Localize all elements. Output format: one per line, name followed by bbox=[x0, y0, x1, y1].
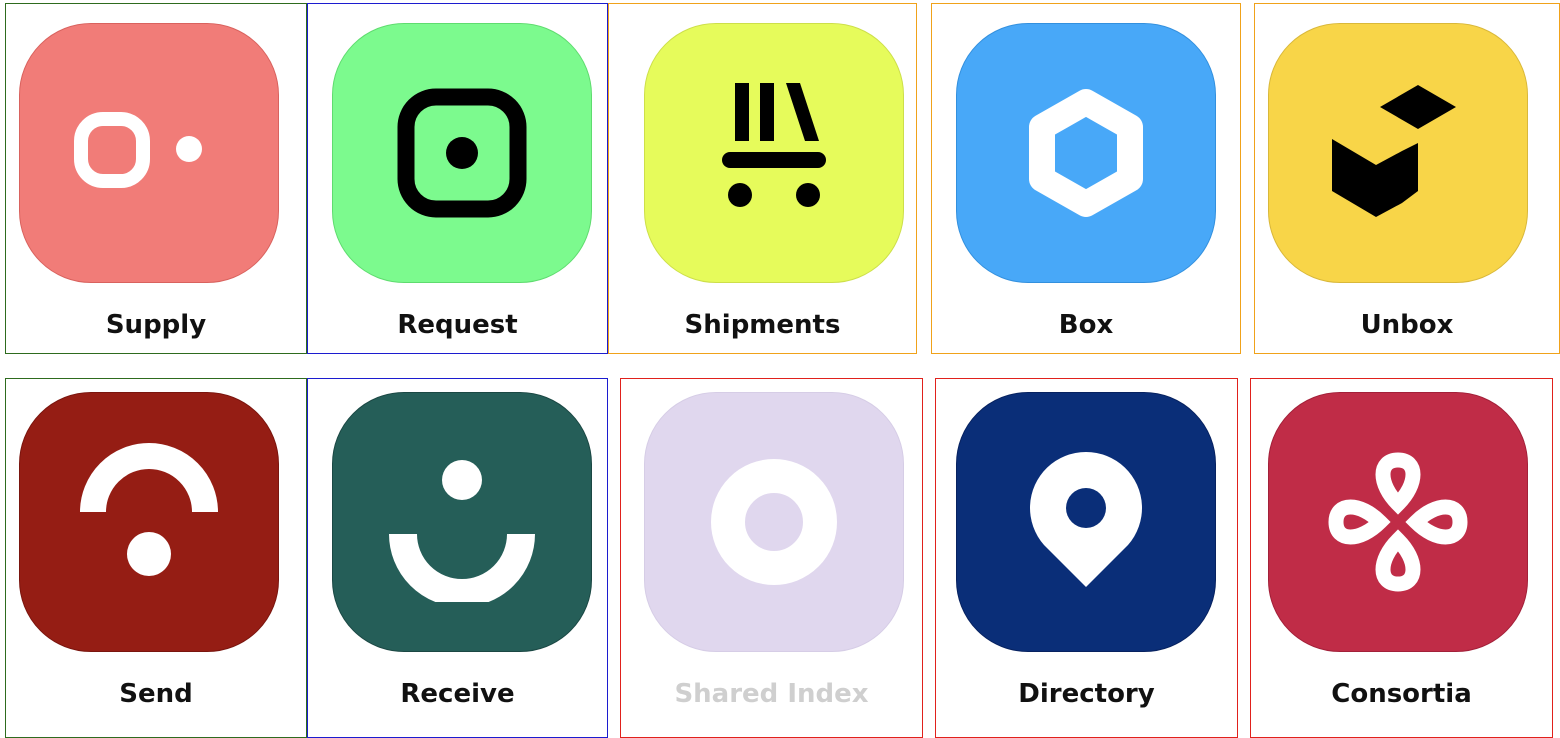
app-tile-supply[interactable]: Supply bbox=[5, 3, 307, 354]
app-tile-send[interactable]: Send bbox=[5, 378, 307, 738]
app-tile-consortia[interactable]: Consortia bbox=[1250, 378, 1553, 738]
app-label-request: Request bbox=[397, 310, 518, 340]
supply-icon bbox=[19, 23, 279, 283]
app-label-directory: Directory bbox=[1018, 679, 1155, 709]
app-label-shipments: Shipments bbox=[684, 310, 841, 340]
app-label-shared-index: Shared Index bbox=[674, 679, 869, 709]
app-tile-shipments[interactable]: Shipments bbox=[608, 3, 917, 354]
app-label-send: Send bbox=[119, 679, 193, 709]
app-label-unbox: Unbox bbox=[1360, 310, 1454, 340]
unbox-icon bbox=[1268, 23, 1528, 283]
app-label-supply: Supply bbox=[105, 310, 207, 340]
box-icon bbox=[956, 23, 1216, 283]
request-icon bbox=[332, 23, 592, 283]
receive-icon bbox=[332, 392, 592, 652]
shipments-icon bbox=[644, 23, 904, 283]
app-tile-box[interactable]: Box bbox=[931, 3, 1241, 354]
app-tile-receive[interactable]: Receive bbox=[307, 378, 608, 738]
shared-index-icon bbox=[644, 392, 904, 652]
app-label-receive: Receive bbox=[400, 679, 515, 709]
app-label-consortia: Consortia bbox=[1331, 679, 1472, 709]
app-tile-directory[interactable]: Directory bbox=[935, 378, 1238, 738]
consortia-icon bbox=[1268, 392, 1528, 652]
send-icon bbox=[19, 392, 279, 652]
app-label-box: Box bbox=[1058, 310, 1114, 340]
app-tile-unbox[interactable]: Unbox bbox=[1254, 3, 1560, 354]
app-tile-request[interactable]: Request bbox=[307, 3, 608, 354]
app-tile-shared-index: Shared Index bbox=[620, 378, 923, 738]
directory-icon bbox=[956, 392, 1216, 652]
